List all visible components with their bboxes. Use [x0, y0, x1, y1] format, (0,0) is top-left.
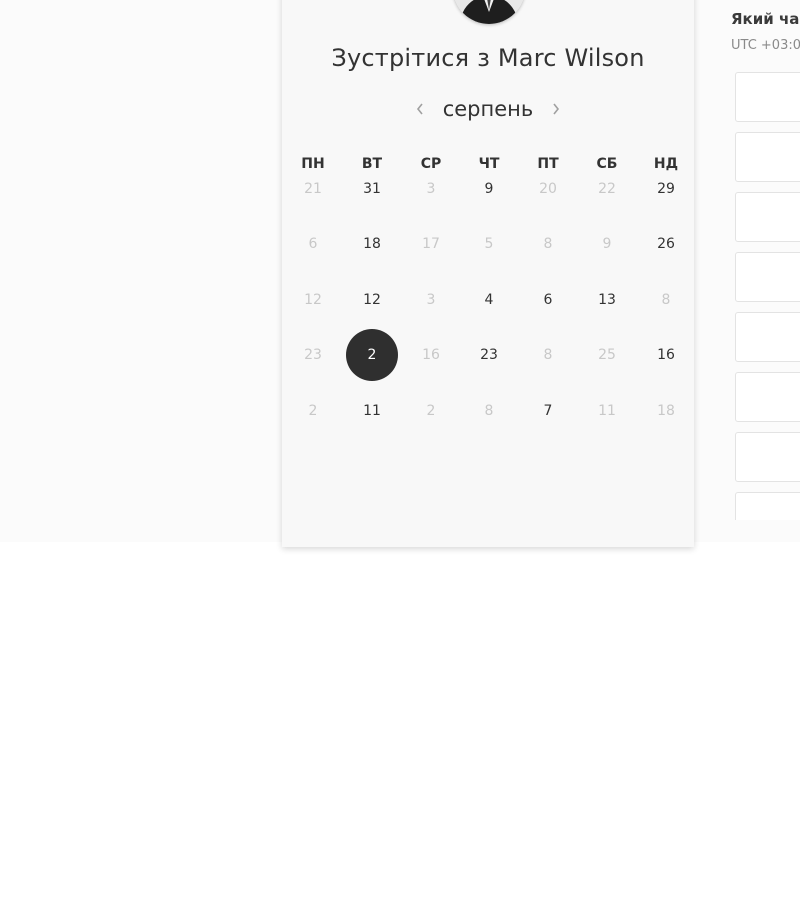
time-slot-button[interactable]: [735, 132, 800, 182]
time-slot-button[interactable]: [735, 372, 800, 422]
booking-page: Зустрітися з Marc Wilson серпень ПН ВТ С…: [0, 0, 800, 900]
calendar-day: 8: [543, 236, 553, 252]
calendar-day[interactable]: 29: [640, 163, 692, 215]
calendar-day: 23: [304, 347, 322, 363]
calendar-card: Зустрітися з Marc Wilson серпень ПН ВТ С…: [282, 0, 694, 547]
calendar-day: 3: [426, 292, 436, 308]
calendar-day[interactable]: 13: [581, 274, 633, 326]
calendar-day[interactable]: 31: [346, 163, 398, 215]
timezone-label[interactable]: UTC +03:0: [731, 38, 800, 53]
calendar-day: 8: [484, 403, 494, 419]
calendar-day: 20: [539, 181, 557, 197]
time-panel: Який час UTC +03:0: [731, 0, 800, 520]
calendar-day: 18: [657, 403, 675, 419]
calendar-day[interactable]: 16: [640, 329, 692, 381]
calendar-day: 5: [484, 236, 494, 252]
time-slot-button[interactable]: [735, 192, 800, 242]
calendar-day: 16: [422, 347, 440, 363]
calendar-day: 25: [598, 347, 616, 363]
calendar-day: 22: [598, 181, 616, 197]
calendar-day[interactable]: 18: [346, 218, 398, 270]
time-slot-button[interactable]: [735, 72, 800, 122]
calendar-day: 2: [426, 403, 436, 419]
calendar-day: 3: [426, 181, 436, 197]
calendar-day[interactable]: 6: [522, 274, 574, 326]
calendar-day[interactable]: 11: [346, 385, 398, 437]
calendar-day: 8: [661, 292, 671, 308]
calendar-day: 21: [304, 181, 322, 197]
calendar-day[interactable]: 7: [522, 385, 574, 437]
calendar-day[interactable]: 23: [463, 329, 515, 381]
calendar-day: 8: [543, 347, 553, 363]
time-slot-button[interactable]: [735, 252, 800, 302]
calendar-grid: 21 31 3 9 20 22 29 6 18 17 5 8 9 26 12 12 3 4 6 13 8 23 2 16 23 8…: [282, 0, 694, 547]
time-slot-button[interactable]: [735, 312, 800, 362]
calendar-day: 12: [304, 292, 322, 308]
time-slot-button[interactable]: [735, 492, 800, 520]
calendar-day[interactable]: 12: [346, 274, 398, 326]
calendar-day: 11: [598, 403, 616, 419]
calendar-day[interactable]: 9: [463, 163, 515, 215]
calendar-day[interactable]: 4: [463, 274, 515, 326]
time-panel-title: Який час: [731, 10, 800, 28]
calendar-day[interactable]: 26: [640, 218, 692, 270]
calendar-day: 9: [602, 236, 612, 252]
calendar-day: 17: [422, 236, 440, 252]
calendar-day-selected[interactable]: 2: [346, 329, 398, 381]
time-slot-button[interactable]: [735, 432, 800, 482]
calendar-day: 6: [308, 236, 318, 252]
calendar-day: 2: [308, 403, 318, 419]
